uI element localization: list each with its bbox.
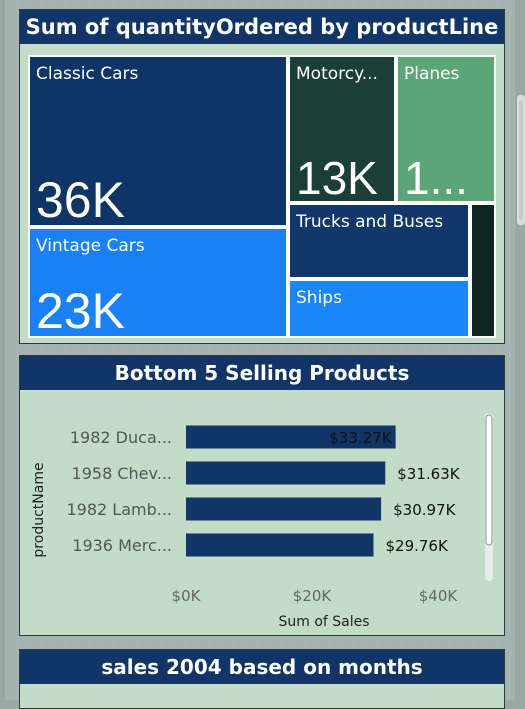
x-tick-label: $40K	[419, 587, 459, 605]
tile-motorcycles[interactable]: Motorcy... 13K	[288, 55, 396, 203]
bar-chart-plot: productName Sum of Sales 1982 Duca... $33…	[31, 425, 461, 630]
sales-2004-title: sales 2004 based on months	[20, 650, 504, 684]
bar[interactable]	[186, 533, 374, 557]
category-label: 1936 Merc...	[72, 536, 172, 555]
y-axis-title: productName	[31, 462, 47, 557]
bar[interactable]	[186, 497, 382, 521]
sales-2004-visual[interactable]: sales 2004 based on months	[19, 649, 505, 709]
tile-vintage-cars[interactable]: Vintage Cars 23K	[28, 227, 288, 338]
tile-label: Planes	[404, 64, 460, 84]
category-label: 1982 Lamb...	[66, 500, 172, 519]
tile-label: Classic Cars	[36, 64, 139, 84]
tile-label: Trucks and Buses	[296, 212, 444, 232]
tile-unlabeled[interactable]	[470, 203, 496, 338]
category-label: 1958 Chev...	[72, 464, 172, 483]
tile-value: 13K	[296, 152, 378, 203]
tile-value: 1...	[404, 152, 468, 203]
treemap-area: Classic Cars 36K Vintage Cars 23K Motorc…	[28, 55, 496, 338]
tile-classic-cars[interactable]: Classic Cars 36K	[28, 55, 288, 227]
tile-label: Ships	[296, 288, 342, 308]
tile-value: 36K	[36, 172, 125, 227]
treemap-title: Sum of quantityOrdered by productLine	[20, 10, 504, 44]
tile-label: Motorcy...	[296, 64, 378, 84]
data-label: $30.97K	[393, 501, 456, 519]
data-label: $33.27K	[329, 429, 392, 447]
tile-label: Vintage Cars	[36, 236, 145, 256]
data-label: $29.76K	[385, 537, 448, 555]
chart-title: Bottom 5 Selling Products	[20, 356, 504, 390]
x-tick-label: $20K	[293, 587, 333, 605]
treemap-visual[interactable]: Sum of quantityOrdered by productLine Cl…	[19, 9, 505, 344]
bottom-products-visual[interactable]: Bottom 5 Selling Products productName Su…	[19, 355, 505, 636]
bar[interactable]	[186, 461, 386, 485]
tile-ships[interactable]: Ships	[288, 279, 470, 338]
data-label: $31.63K	[397, 465, 460, 483]
tile-planes[interactable]: Planes 1...	[396, 55, 496, 203]
category-label: 1982 Duca...	[70, 428, 172, 447]
chart-scrollbar[interactable]	[483, 413, 495, 581]
x-tick-label: $0K	[172, 587, 202, 605]
x-axis-title: Sum of Sales	[278, 614, 369, 630]
page-scrollbar-thumb[interactable]	[519, 100, 523, 220]
tile-value: 23K	[36, 283, 125, 338]
tile-trucks-and-buses[interactable]: Trucks and Buses	[288, 203, 470, 279]
